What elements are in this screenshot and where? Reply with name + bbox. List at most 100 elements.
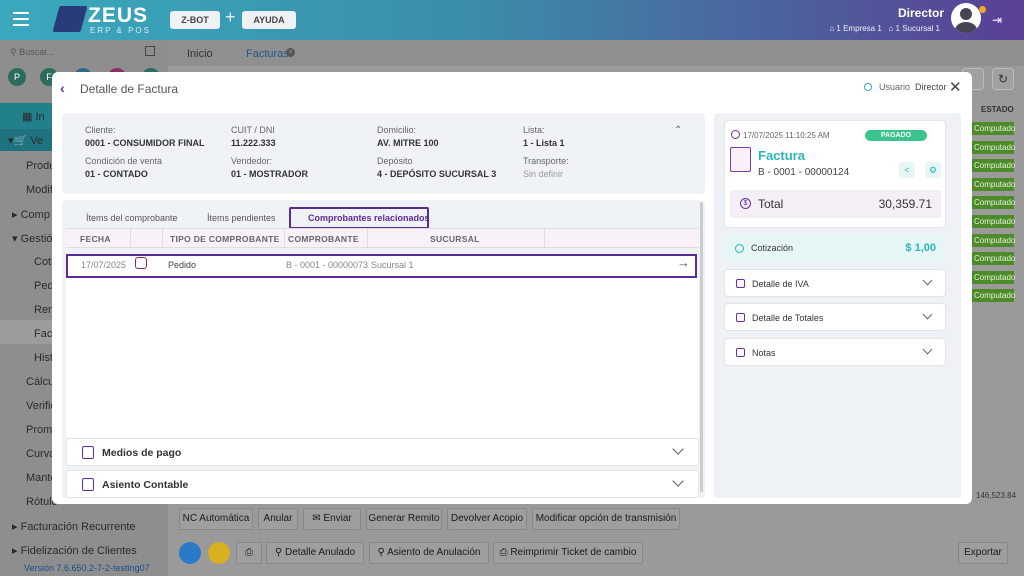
logout-icon[interactable]: ⇥ [992,13,1002,27]
user-name: Director [897,6,944,20]
caret-down-icon: ▾ [12,233,18,245]
row-fecha: 17/07/2025 [81,260,127,270]
exportar-button[interactable]: Exportar [958,542,1008,564]
partial-total: 146,523.84 [976,491,1017,500]
col-comprobante[interactable]: COMPROBANTE [288,234,359,244]
pedido-icon [135,257,147,269]
table-header [66,228,699,248]
caret-right-icon: ▸ [12,545,18,557]
accordion-detalle-iva[interactable]: Detalle de IVA [724,269,946,297]
generar-remito-button[interactable]: Generar Remito [366,508,442,530]
estado-column-header: ESTADO [981,105,1014,114]
ayuda-button[interactable]: AYUDA [242,11,296,29]
status-badge: PAGADO [865,130,927,141]
accordion-medios-pago[interactable]: Medios de pago [66,438,699,466]
sidebar-item-productos[interactable]: Produ [26,160,55,172]
row-comprobante: B - 0001 - 00000073 [286,260,369,270]
tab-items-comprobante[interactable]: Ítems del comprobante [86,213,178,223]
grid-icon: ▦ [22,111,33,123]
modificar-transmision-button[interactable]: Modificar opción de transmisión [532,508,680,530]
devolver-acopio-button[interactable]: Devolver Acopio [447,508,527,530]
print-icon[interactable]: ⎙ [236,542,262,564]
tabs-bar: Inicio Facturas × [168,40,1024,66]
top-bar: ZEUS ERP & POS Z-BOT + AYUDA Director ⌂ … [0,0,1024,40]
sidebar-item-calculo[interactable]: Cálcu [26,376,54,388]
status-badge: Computado [972,122,1016,135]
modal-header: ‹ Detalle de Factura Usuario Director ✕ [52,72,972,106]
detalle-anulado-button[interactable]: ⚲ Detalle Anulado [266,542,364,564]
lista-value: 1 - Lista 1 [523,138,565,148]
sidebar-item-label: Facturación Recurrente [20,521,136,533]
zbot-button[interactable]: Z-BOT [170,11,220,29]
sidebar-item-label: Ve [30,135,44,147]
chevron-down-icon [922,344,933,355]
close-tab-icon[interactable]: × [286,48,295,57]
row-tipo: Pedido [168,260,197,270]
ledger-icon [82,478,94,491]
note-icon [736,348,745,357]
sidebar-item-gestion[interactable]: ▾ Gestió [12,232,52,245]
menu-icon[interactable] [13,12,29,26]
edit-icon[interactable] [208,542,230,564]
sidebar-item-label: Gestió [20,233,53,245]
invoice-detail-modal: ‹ Detalle de Factura Usuario Director ✕ … [52,72,972,504]
sidebar-search[interactable]: ⚲ Buscar... [10,47,54,58]
sidebar-item-curva[interactable]: Curva [26,448,55,460]
tab-facturas[interactable]: Facturas [246,48,289,60]
invoice-document-icon [730,147,751,172]
sidebar-item-fidelizacion[interactable]: ▸ Fidelización de Clientes [12,544,137,557]
notification-dot-icon [979,6,986,13]
tab-items-pendientes[interactable]: Ítems pendientes [207,213,276,223]
accordion-title: Asiento Contable [102,479,189,491]
search-icon: ⚲ [377,547,385,558]
share-icon[interactable]: < [899,162,915,178]
button-label: Detalle Anulado [285,547,356,558]
anular-button[interactable]: Anular [258,508,298,530]
collapse-up-icon[interactable]: ⌃ [674,125,682,136]
close-icon[interactable]: ✕ [949,78,962,96]
domicilio-value: AV. MITRE 100 [377,138,439,148]
cliente-value: 0001 - CONSUMIDOR FINAL [85,138,205,148]
receipt-icon [736,313,745,322]
sidebar-item-inicio[interactable]: ▦ In [22,110,45,123]
usuario-label: Usuario [879,82,911,92]
status-badge: Computado [972,177,1016,191]
fullscreen-icon[interactable] [145,46,155,56]
sidebar-item-label: In [35,111,45,123]
sidebar-item-modificar[interactable]: Modifi [26,184,55,196]
accordion-title: Medios de pago [102,447,182,459]
cart-icon: ▾🛒 [8,135,28,147]
sidebar-item-compras[interactable]: ▸ Comp [12,208,50,221]
col-tipo[interactable]: TIPO DE COMPROBANTE [170,234,280,244]
back-icon[interactable]: ‹ [60,80,65,96]
mail-icon: ✉ [312,513,321,524]
tab-inicio[interactable]: Inicio [187,48,213,60]
accordion-notas[interactable]: Notas [724,338,946,366]
button-label: Asiento de Anulación [387,547,481,558]
nc-automatica-button[interactable]: NC Automática [179,508,253,530]
asiento-anulacion-button[interactable]: ⚲ Asiento de Anulación [369,542,489,564]
accordion-asiento-contable[interactable]: Asiento Contable [66,470,699,498]
enviar-button[interactable]: ✉ Enviar [303,508,361,530]
col-fecha[interactable]: FECHA [80,234,111,244]
arrow-right-icon[interactable]: → [677,255,690,270]
col-sucursal[interactable]: SUCURSAL [430,234,480,244]
refresh-icon[interactable]: ↻ [992,68,1014,90]
cuit-value: 11.222.333 [231,138,276,148]
avatar[interactable] [951,3,981,33]
search-input[interactable]: Buscar... [19,47,54,57]
company-branch-info[interactable]: ⌂ 1 Empresa 1 ⌂ 1 Sucursal 1 [829,24,940,33]
building-icon: ⌂ [829,24,835,33]
reimprimir-ticket-button[interactable]: ⎙ Reimprimir Ticket de cambio [493,542,643,564]
sidebar-item-cotizaciones[interactable]: Coti [34,256,54,268]
shortcut-p-icon[interactable]: P [8,68,26,86]
zeus-logo-icon [52,6,88,32]
sidebar-item-ventas[interactable]: ▾🛒 Ve [8,134,43,147]
settings-icon[interactable]: ⚙ [925,162,941,178]
sidebar-item-facturacion-recurrente[interactable]: ▸ Facturación Recurrente [12,520,136,533]
tab-comprobantes-relacionados[interactable]: Comprobantes relacionados [308,213,430,223]
scrollbar[interactable] [700,202,703,492]
accordion-detalle-totales[interactable]: Detalle de Totales [724,303,946,331]
view-icon[interactable] [179,542,201,564]
transporte-value: Sin definir [523,169,564,179]
